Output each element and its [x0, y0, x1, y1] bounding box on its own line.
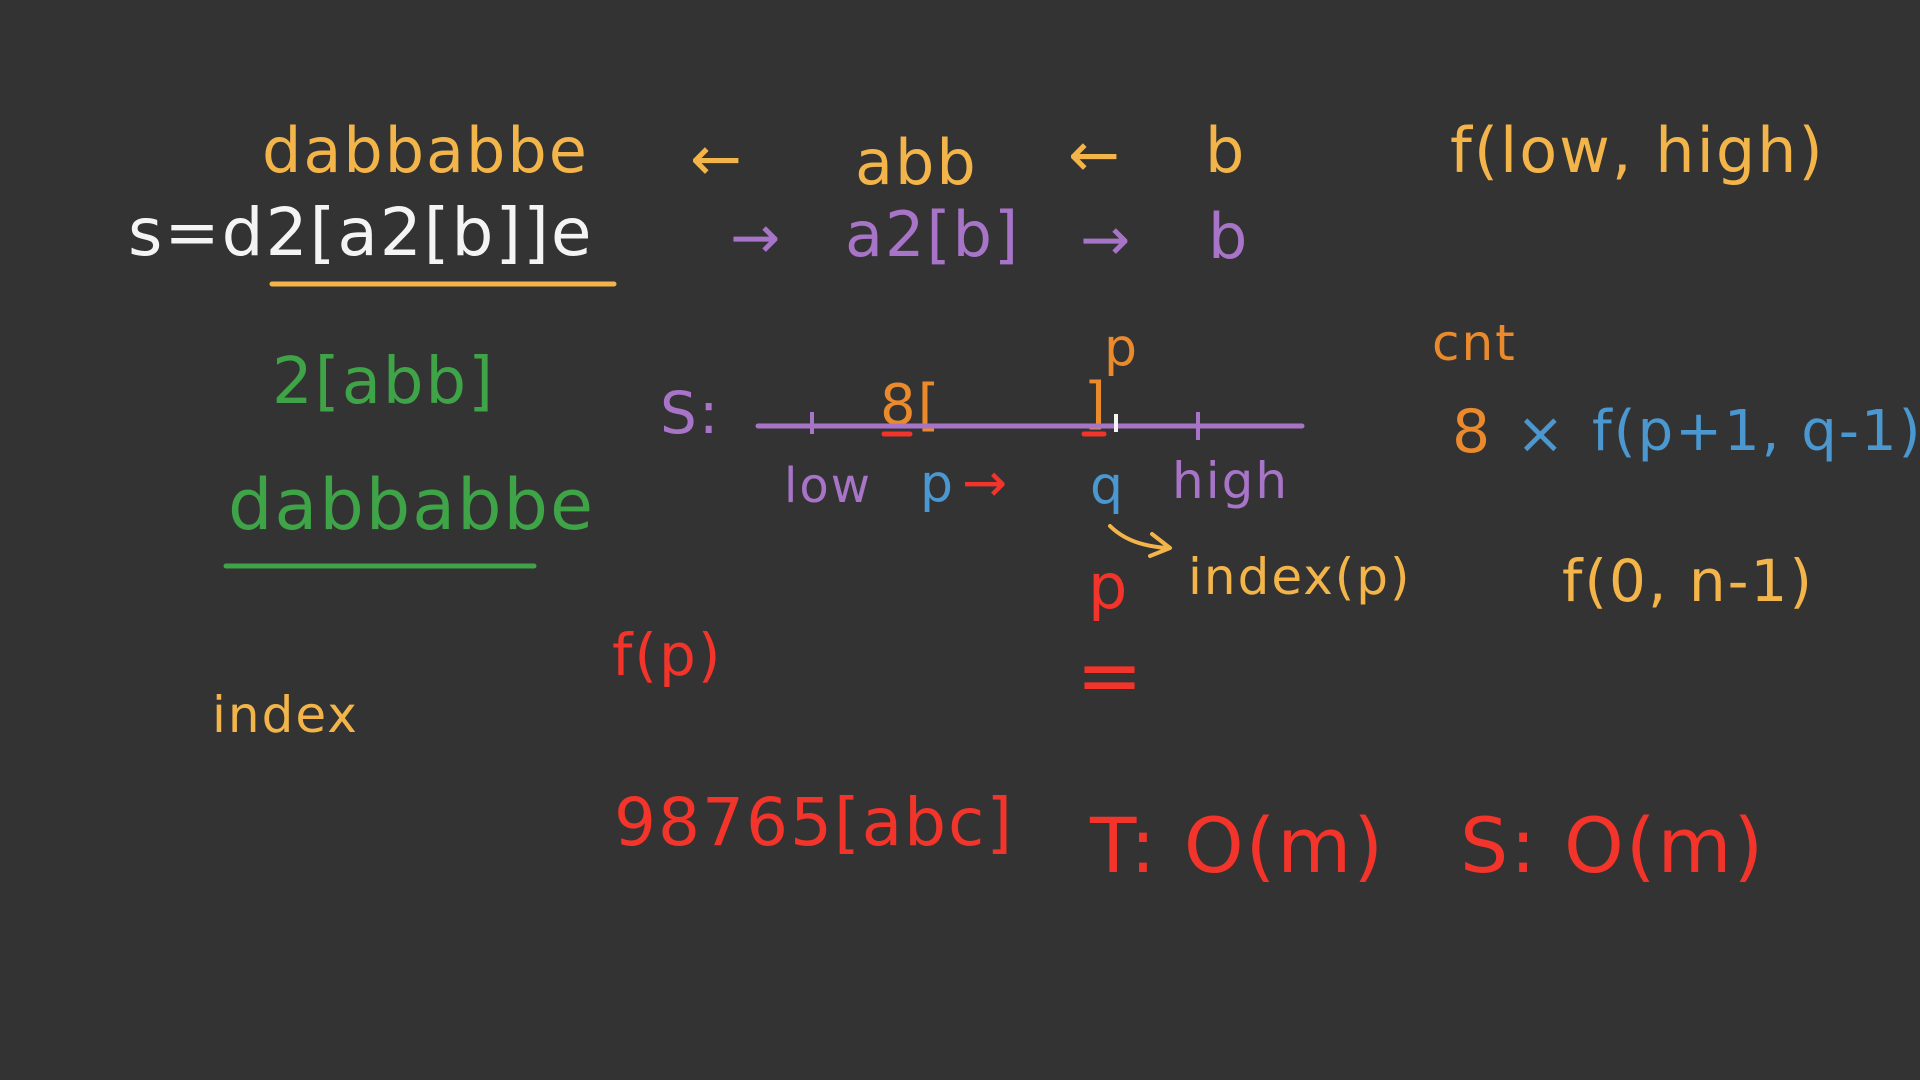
whiteboard-canvas: dabbabbe ← abb ← b f(low, high) s=d2[a2[… — [0, 0, 1920, 1080]
curved-arrow — [1108, 524, 1170, 550]
ink-strokes — [223, 281, 1305, 569]
